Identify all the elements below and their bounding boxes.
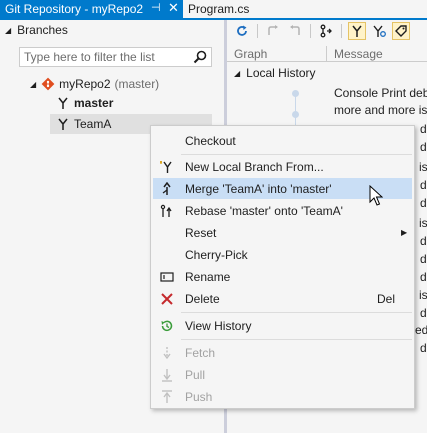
menu-item-fetch[interactable]: Fetch bbox=[153, 342, 412, 363]
toolbar-separator bbox=[310, 24, 311, 38]
commit-message[interactable]: Console Print deb bbox=[334, 86, 427, 100]
menu-item-delete[interactable]: Delete Del bbox=[153, 288, 412, 309]
branch-item-master[interactable]: master bbox=[56, 93, 113, 113]
menu-item-label: Rebase 'master' onto 'TeamA' bbox=[185, 203, 343, 218]
menu-item-label: Rename bbox=[185, 269, 231, 284]
commit-node[interactable] bbox=[292, 90, 299, 97]
branches-header[interactable]: ◢ Branches bbox=[5, 23, 68, 37]
menu-separator bbox=[181, 339, 412, 340]
toolbar-separator bbox=[341, 24, 342, 38]
new-branch-icon bbox=[159, 159, 175, 175]
menu-item-pull[interactable]: Pull bbox=[153, 364, 412, 385]
menu-item-new-local-branch[interactable]: New Local Branch From... bbox=[153, 156, 412, 177]
menu-item-push[interactable]: Push bbox=[153, 386, 412, 407]
column-divider[interactable] bbox=[326, 46, 327, 62]
menu-item-label: New Local Branch From... bbox=[185, 159, 324, 174]
column-header-graph[interactable]: Graph bbox=[234, 47, 267, 61]
commit-message[interactable]: is bbox=[419, 216, 427, 230]
menu-item-label: Push bbox=[185, 389, 213, 404]
delete-icon bbox=[159, 291, 175, 307]
incoming-commits-icon[interactable] bbox=[264, 22, 282, 40]
local-history-header[interactable]: ◢ Local History bbox=[234, 66, 316, 80]
tree-item-repo[interactable]: ◢ myRepo2 (master) bbox=[30, 74, 159, 94]
branch-icon bbox=[56, 96, 70, 110]
show-tags-icon[interactable] bbox=[392, 22, 410, 40]
menu-item-label: Pull bbox=[185, 367, 206, 382]
menu-item-label: Delete bbox=[185, 291, 220, 306]
git-repo-icon bbox=[41, 77, 55, 91]
tab-git-repository[interactable]: Git Repository - myRepo2 ⊣ ✕ bbox=[0, 0, 183, 18]
toolbar-separator bbox=[257, 24, 258, 38]
commit-message[interactable]: d bbox=[420, 270, 427, 284]
rebase-icon bbox=[159, 203, 175, 219]
menu-item-reset[interactable]: Reset ▶ bbox=[153, 222, 412, 243]
column-header-message[interactable]: Message bbox=[334, 47, 383, 61]
menu-item-label: Reset bbox=[185, 225, 217, 240]
commit-message[interactable]: d bbox=[420, 341, 427, 355]
commit-message[interactable]: d bbox=[420, 140, 427, 154]
pull-icon bbox=[159, 367, 175, 383]
commit-message[interactable]: is bbox=[419, 288, 427, 302]
commit-message[interactable]: ed, bbox=[415, 323, 427, 337]
commit-message[interactable]: d bbox=[420, 196, 427, 210]
outgoing-commits-icon[interactable] bbox=[286, 22, 304, 40]
commit-message[interactable]: d bbox=[420, 234, 427, 248]
collapse-triangle-icon[interactable]: ◢ bbox=[234, 69, 240, 78]
commit-message[interactable]: d bbox=[420, 306, 427, 320]
commit-message[interactable]: is bbox=[419, 160, 427, 174]
refresh-icon[interactable] bbox=[233, 22, 251, 40]
history-toolbar bbox=[227, 20, 427, 42]
menu-item-shortcut: Del bbox=[377, 291, 396, 306]
menu-item-label: Cherry-Pick bbox=[185, 247, 248, 262]
menu-item-rename[interactable]: Rename bbox=[153, 266, 412, 287]
tab-git-repository-title: Git Repository - myRepo2 bbox=[5, 2, 144, 16]
menu-item-checkout[interactable]: Checkout bbox=[153, 130, 412, 151]
show-remote-branches-icon[interactable] bbox=[370, 22, 388, 40]
tab-program-cs[interactable]: Program.cs bbox=[183, 0, 427, 18]
search-icon[interactable] bbox=[193, 50, 207, 67]
history-icon bbox=[159, 318, 175, 334]
branch-icon bbox=[56, 117, 70, 131]
pin-icon[interactable]: ⊣ bbox=[151, 1, 161, 14]
close-icon[interactable]: ✕ bbox=[168, 0, 179, 16]
branches-header-label: Branches bbox=[17, 23, 68, 37]
branch-label: TeamA bbox=[74, 117, 112, 131]
menu-item-view-history[interactable]: View History bbox=[153, 315, 412, 336]
repo-name: myRepo2 bbox=[59, 77, 111, 91]
menu-item-label: Checkout bbox=[185, 133, 236, 148]
menu-separator bbox=[181, 312, 412, 313]
expand-triangle-icon[interactable]: ◢ bbox=[30, 80, 36, 89]
branch-filter-placeholder: Type here to filter the list bbox=[24, 50, 155, 64]
fetch-icon bbox=[159, 345, 175, 361]
collapse-triangle-icon[interactable]: ◢ bbox=[5, 26, 11, 35]
menu-item-label: View History bbox=[185, 318, 252, 333]
commit-message[interactable]: d bbox=[420, 252, 427, 266]
menu-separator bbox=[181, 154, 412, 155]
compare-commits-icon[interactable] bbox=[317, 22, 335, 40]
commit-message[interactable]: d bbox=[420, 122, 427, 136]
menu-item-label: Merge 'TeamA' into 'master' bbox=[185, 181, 332, 196]
push-icon bbox=[159, 389, 175, 405]
commit-message[interactable]: d bbox=[420, 178, 427, 192]
tab-program-cs-title: Program.cs bbox=[188, 2, 250, 16]
document-tab-strip: Git Repository - myRepo2 ⊣ ✕ Program.cs bbox=[0, 0, 427, 18]
local-history-label: Local History bbox=[246, 66, 316, 80]
history-grid-header: Graph Message bbox=[227, 46, 427, 62]
rename-icon bbox=[159, 269, 175, 285]
branch-label: master bbox=[74, 96, 114, 110]
show-all-branches-icon[interactable] bbox=[348, 22, 366, 40]
commit-node[interactable] bbox=[292, 111, 299, 118]
merge-icon bbox=[159, 181, 175, 197]
submenu-arrow-icon: ▶ bbox=[401, 228, 408, 237]
branch-context-menu: Checkout New Local Branch From... Merge … bbox=[150, 125, 415, 409]
menu-item-label: Fetch bbox=[185, 345, 216, 360]
branch-filter-input[interactable]: Type here to filter the list bbox=[19, 47, 212, 67]
menu-item-cherry-pick[interactable]: Cherry-Pick bbox=[153, 244, 412, 265]
mouse-cursor-icon bbox=[369, 184, 384, 210]
repo-current-branch: (master) bbox=[114, 77, 160, 91]
commit-message[interactable]: more and more is bbox=[334, 103, 427, 117]
